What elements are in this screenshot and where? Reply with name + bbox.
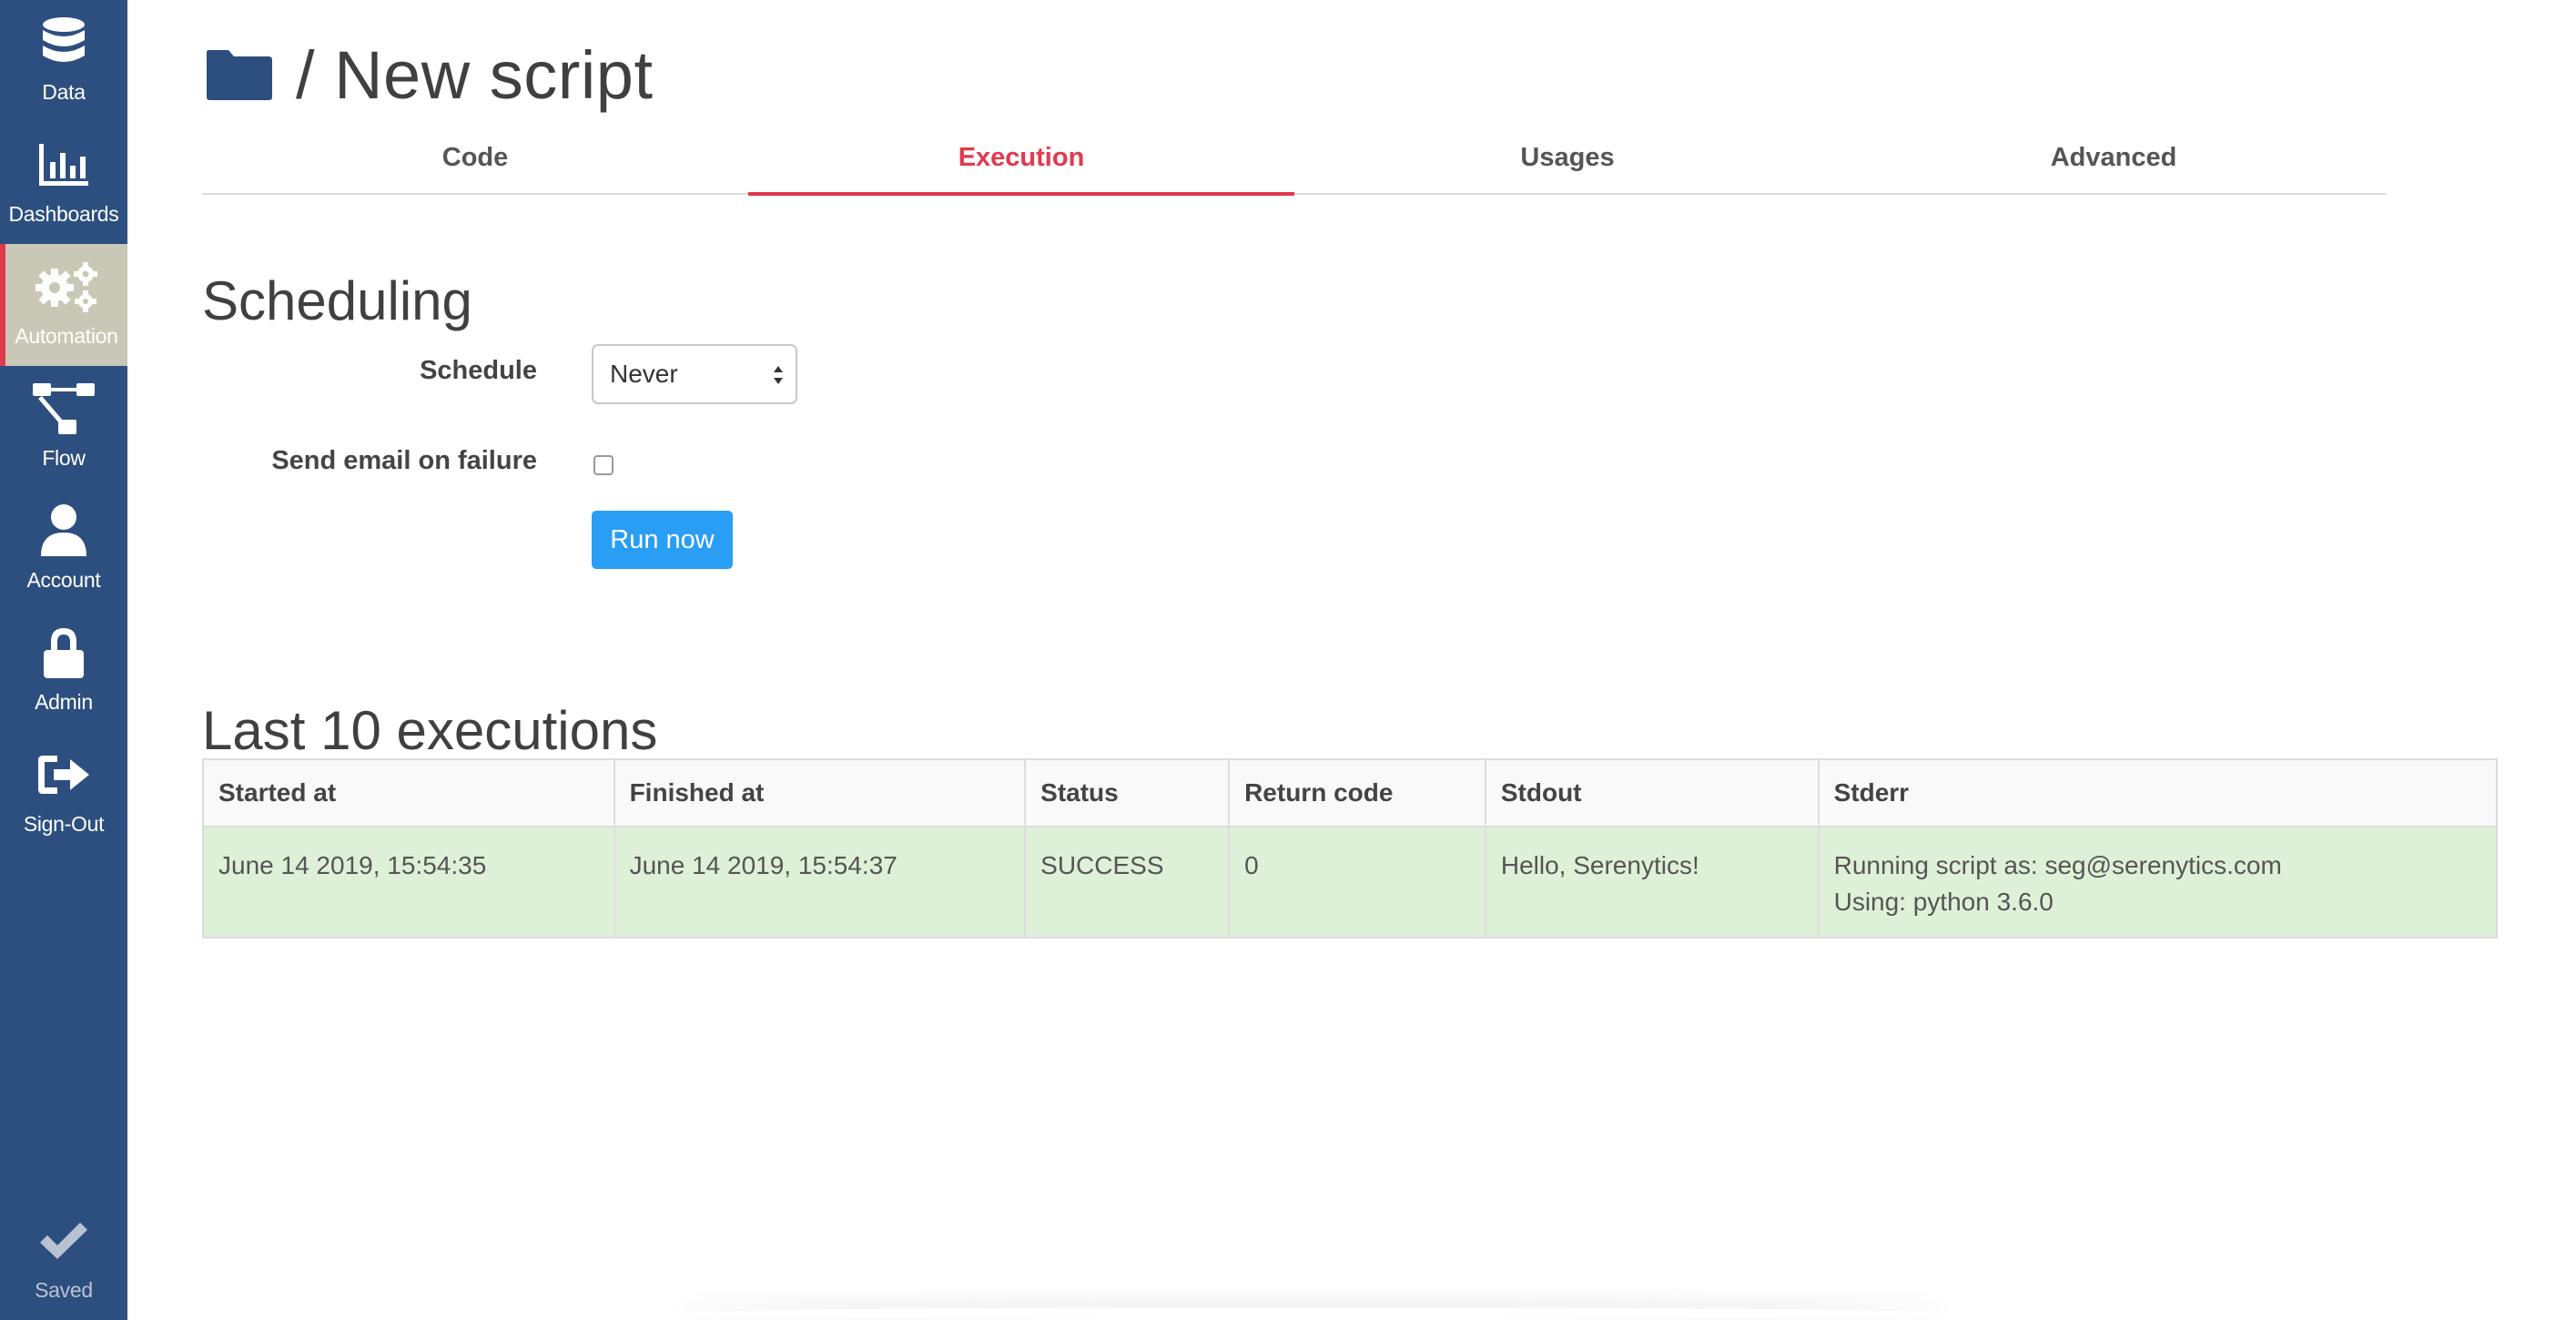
bottom-shadow (674, 1307, 1948, 1320)
table-header-row: Started at Finished at Status Return cod… (202, 758, 2499, 828)
page-title: / New script (296, 36, 654, 113)
sidebar-item-sign-out[interactable]: Sign-Out (0, 732, 127, 854)
tab-code[interactable]: Code (202, 126, 748, 193)
sidebar-item-label: Data (42, 80, 86, 104)
schedule-value: Never (610, 360, 678, 388)
sign-out-icon (35, 745, 92, 805)
lock-icon (41, 623, 86, 683)
executions-title: Last 10 executions (202, 699, 658, 761)
sidebar-item-label: Sign-Out (23, 812, 105, 836)
cell-stdout: Hello, Serenytics! (1484, 826, 1820, 939)
stderr-line: Running script as: seg@serenytics.com (1833, 851, 2282, 879)
sidebar: Data Dashboards Automation Flow Account … (0, 0, 127, 1320)
table-row: June 14 2019, 15:54:35 June 14 2019, 15:… (202, 826, 2499, 939)
sidebar-item-label: Admin (35, 690, 93, 714)
user-icon (39, 501, 88, 561)
saved-label: Saved (35, 1278, 93, 1302)
cell-return-code: 0 (1228, 826, 1486, 939)
page-header: / New script (205, 29, 654, 120)
sidebar-item-data[interactable]: Data (0, 0, 127, 122)
column-header-stderr: Stderr (1817, 758, 2499, 828)
tab-execution[interactable]: Execution (748, 126, 1294, 196)
stderr-line: Using: python 3.6.0 (1833, 888, 2054, 916)
saved-status: Saved (0, 1198, 127, 1320)
cell-stderr: Running script as: seg@serenytics.com Us… (1817, 826, 2499, 939)
flow-icon (31, 379, 96, 439)
run-now-button[interactable]: Run now (592, 511, 733, 569)
cell-status: SUCCESS (1024, 826, 1231, 939)
gears-icon (33, 257, 100, 317)
cell-started-at: June 14 2019, 15:54:35 (202, 826, 615, 939)
send-email-label: Send email on failure (271, 446, 537, 475)
database-icon (41, 13, 86, 73)
tab-usages[interactable]: Usages (1294, 126, 1841, 193)
folder-icon[interactable] (205, 48, 274, 101)
column-header-stdout: Stdout (1484, 758, 1820, 828)
select-arrows-icon (774, 366, 783, 384)
bar-chart-icon (37, 135, 90, 195)
schedule-select[interactable]: Never (592, 344, 797, 404)
sidebar-item-flow[interactable]: Flow (0, 366, 127, 488)
send-email-checkbox[interactable] (593, 455, 614, 475)
sidebar-item-label: Flow (42, 446, 86, 470)
schedule-label: Schedule (420, 356, 537, 385)
checkmark-icon (36, 1211, 91, 1271)
sidebar-item-label: Dashboards (8, 202, 119, 226)
column-header-return-code: Return code (1228, 758, 1486, 828)
sidebar-item-label: Account (26, 568, 101, 592)
column-header-started-at: Started at (202, 758, 615, 828)
tab-advanced[interactable]: Advanced (1841, 126, 2387, 193)
sidebar-item-automation[interactable]: Automation (0, 244, 127, 366)
column-header-status: Status (1024, 758, 1231, 828)
cell-finished-at: June 14 2019, 15:54:37 (613, 826, 1027, 939)
column-header-finished-at: Finished at (613, 758, 1027, 828)
executions-table: Started at Finished at Status Return cod… (202, 758, 2499, 939)
sidebar-item-label: Automation (15, 324, 118, 348)
tab-bar: Code Execution Usages Advanced (202, 126, 2387, 196)
sidebar-item-account[interactable]: Account (0, 488, 127, 610)
sidebar-item-dashboards[interactable]: Dashboards (0, 122, 127, 244)
scheduling-title: Scheduling (202, 269, 472, 331)
sidebar-item-admin[interactable]: Admin (0, 610, 127, 732)
